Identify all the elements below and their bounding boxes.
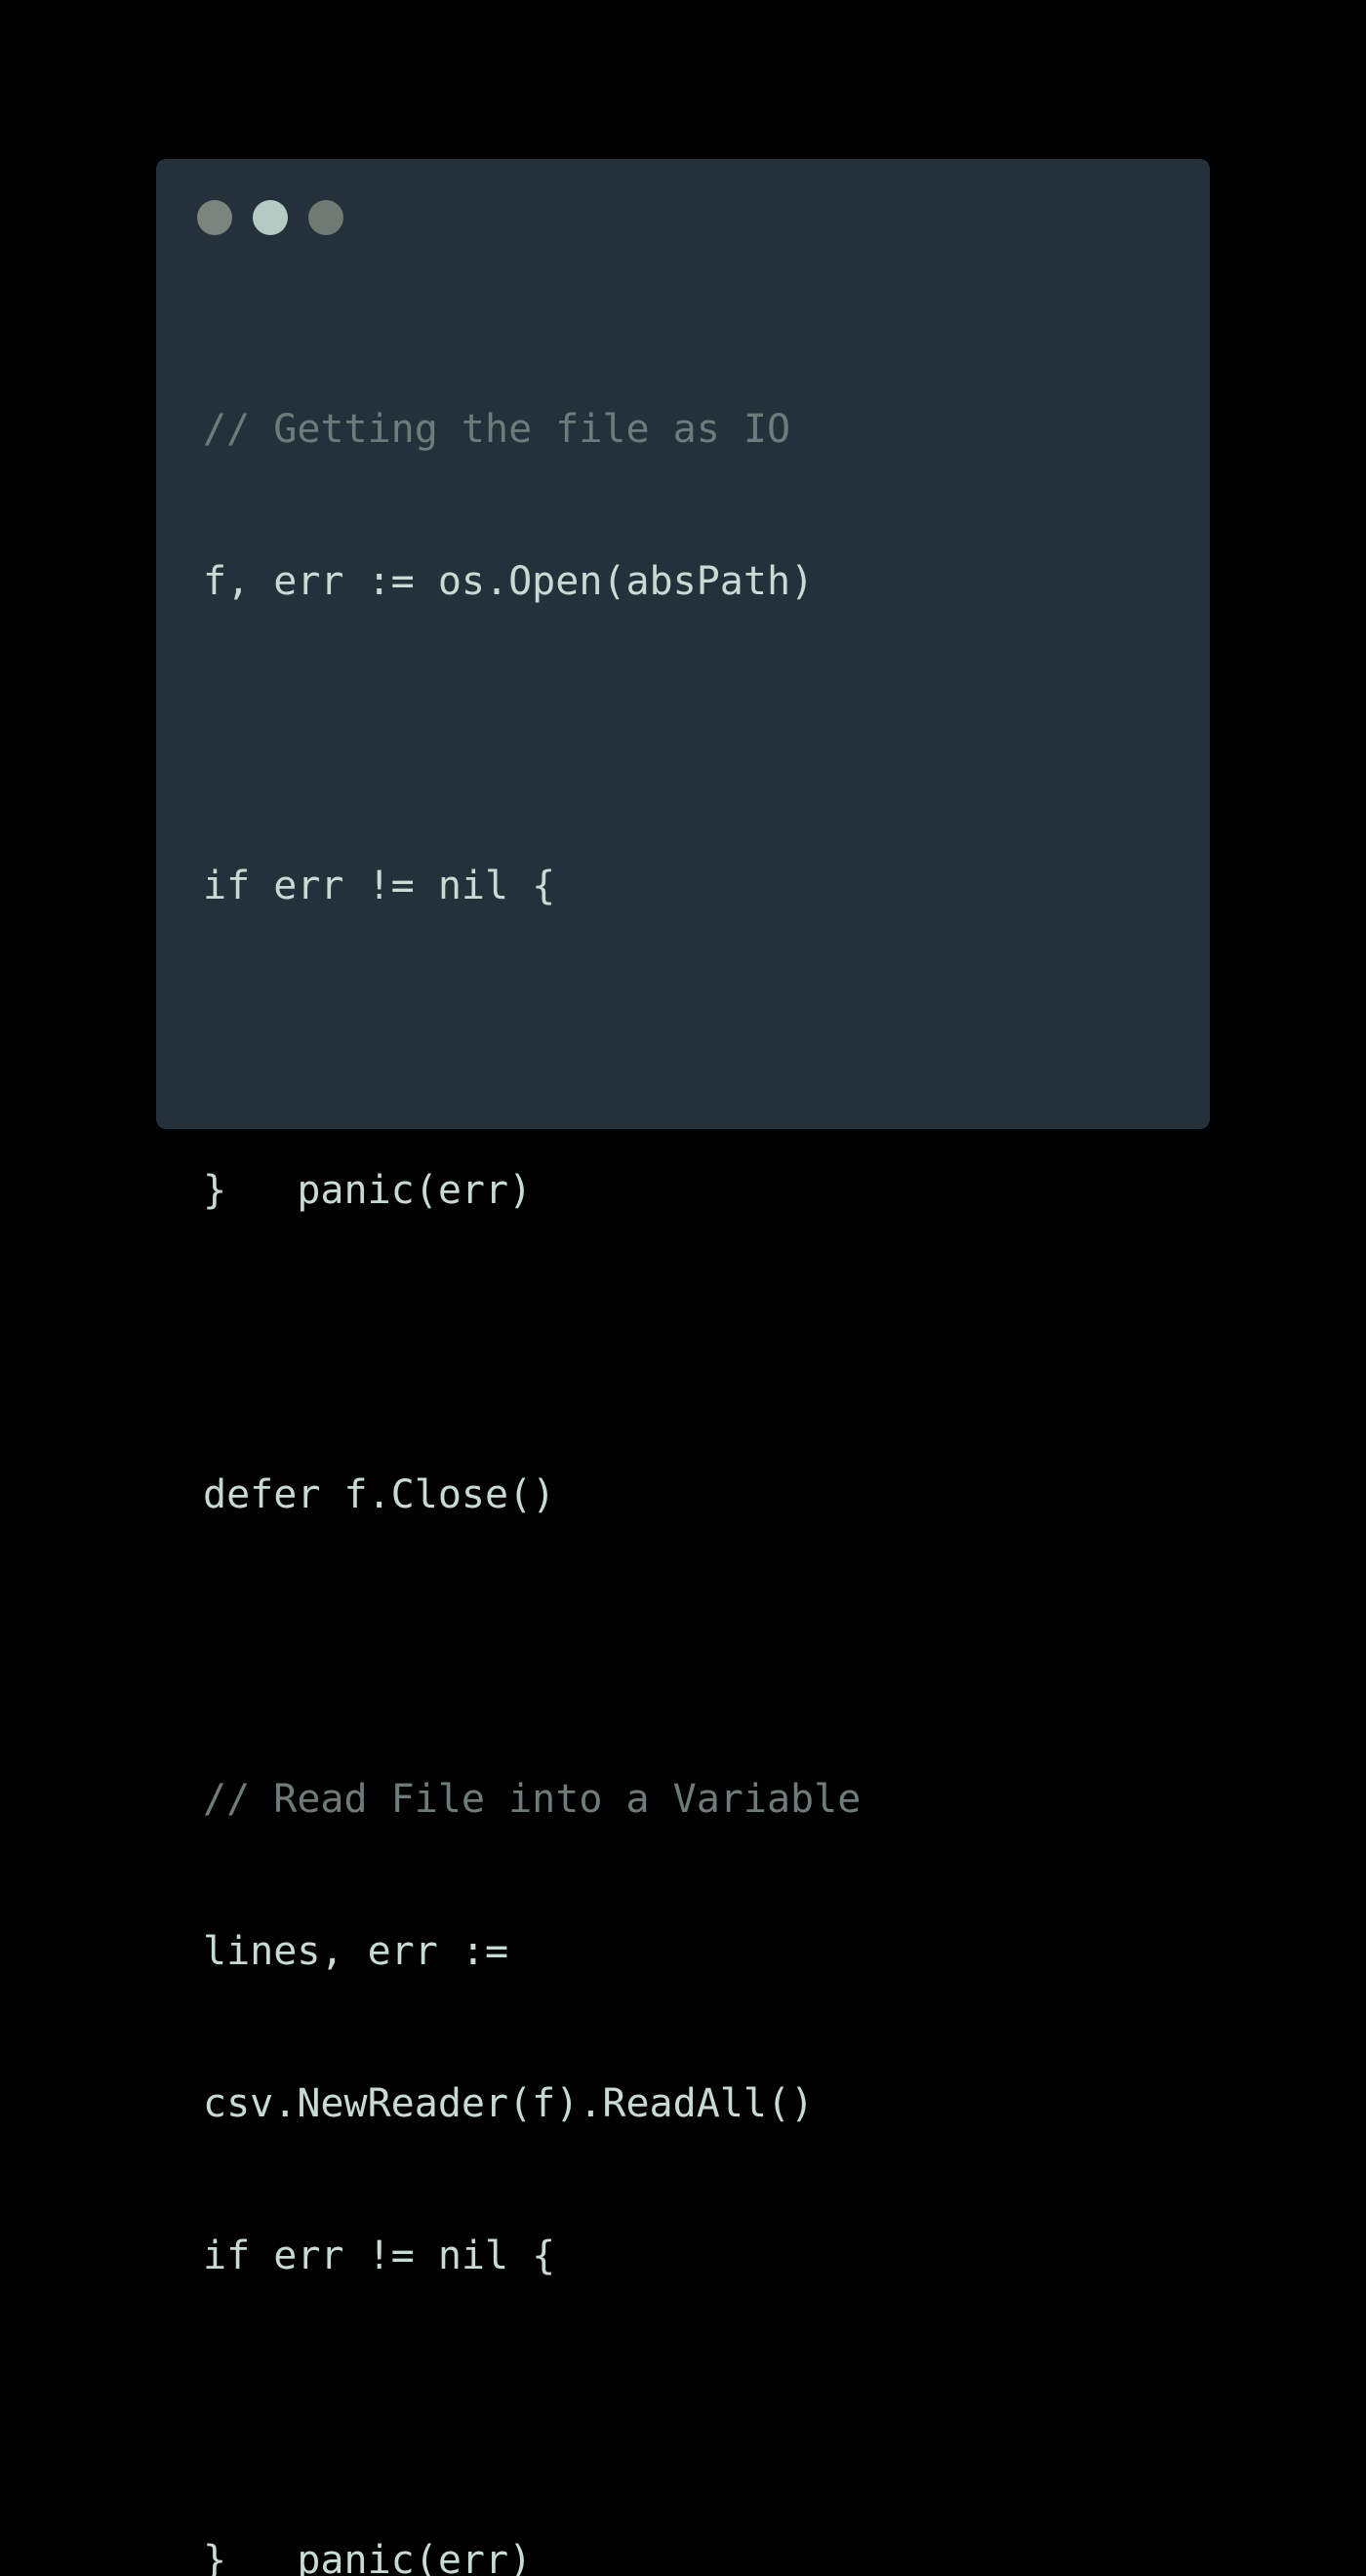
code-line: csv.NewReader(f).ReadAll() [203,2081,815,2126]
code-line: defer f.Close() [203,1472,556,1517]
code-line: if err != nil { [203,2234,556,2278]
code-line: // Read File into a Variable [203,1777,862,1822]
window-dot-icon[interactable] [197,200,232,235]
code-line: // Getting the file as IO [203,407,791,452]
window-dot-icon[interactable] [253,200,288,235]
code-block: // Getting the file as IO f, err := os.O… [203,302,861,2576]
code-line: if err != nil { [203,864,556,908]
code-line: f, err := os.Open(absPath) [203,559,815,604]
code-line: lines, err := [203,1929,509,1974]
code-line: } panic(err) [203,2538,533,2576]
code-line: } panic(err) [203,1168,533,1213]
code-window: // Getting the file as IO f, err := os.O… [156,159,1210,2576]
window-dot-icon[interactable] [308,200,343,235]
